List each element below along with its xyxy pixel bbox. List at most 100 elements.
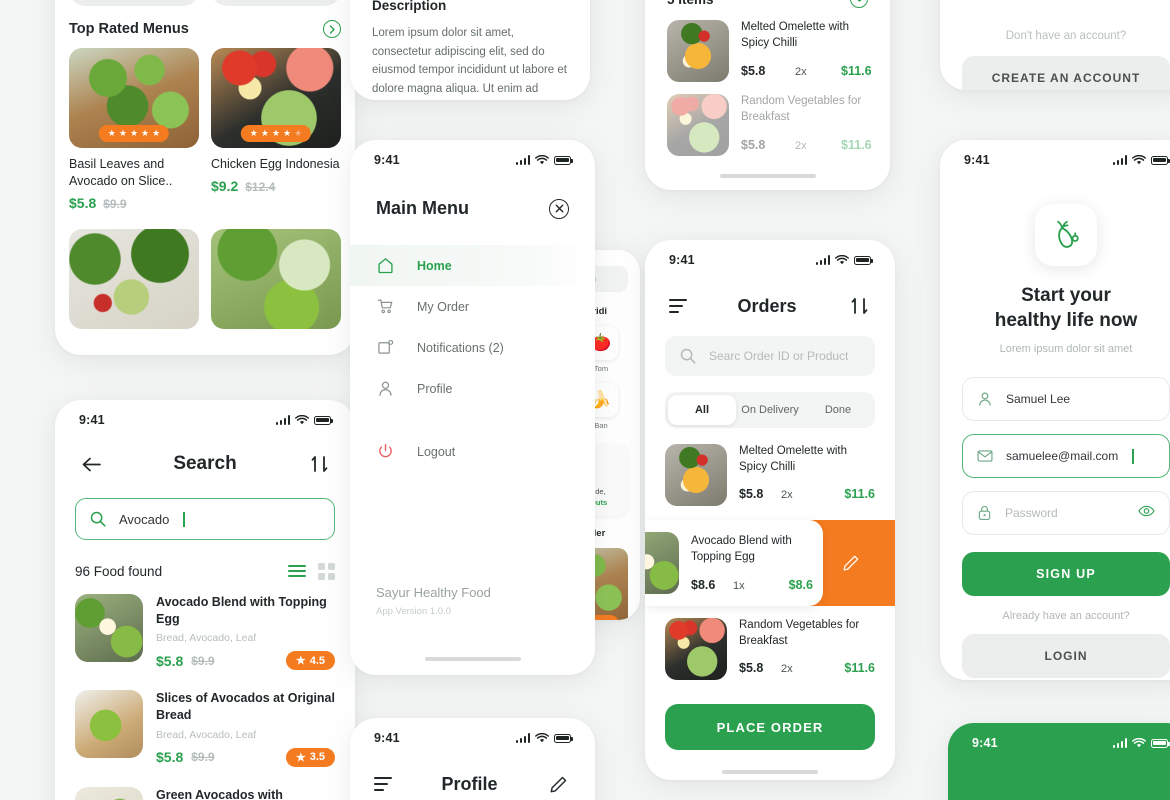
sort-icon[interactable]: [307, 452, 331, 476]
screenshot-stage: Top Rated Menus ★ ★ ★ ★ ★ Basil Leaves and A…: [0, 0, 1170, 800]
order-thumbnail: [665, 444, 727, 506]
cart-item-name: Melted Omelette with Spicy Chilli: [741, 21, 850, 49]
order-row[interactable]: Melted Omelette with Spicy Chilli $5.8 2…: [645, 428, 895, 506]
orders-filter-tabs: All On Delivery Done: [665, 392, 875, 428]
chevron-down-icon[interactable]: [850, 0, 868, 8]
list-item[interactable]: Slices of Avocados at Original Bread Bre…: [55, 670, 355, 767]
back-button[interactable]: [79, 452, 103, 476]
pencil-icon: [843, 555, 859, 571]
food-name: Slices of Avocados at Original Bread: [156, 691, 335, 722]
profile-panel: 9:41 Profile: [350, 718, 595, 800]
create-account-button[interactable]: CREATE AN ACCOUNT: [962, 56, 1170, 90]
cart-item-thumbnail: [667, 94, 729, 156]
order-numbers: $8.6 1x $8.6: [691, 578, 813, 592]
order-row[interactable]: Random Vegetables for Breakfast $5.8 2x …: [645, 606, 895, 680]
menu-item-my-order[interactable]: My Order: [350, 286, 595, 327]
price-original: $9.9: [191, 653, 215, 668]
battery-icon: [1151, 155, 1170, 165]
search-input[interactable]: Avocado: [75, 498, 335, 540]
login-footer-panel: Don't have an account? CREATE AN ACCOUNT: [940, 0, 1170, 90]
line-total: $11.6: [844, 487, 875, 502]
login-footer-content: Don't have an account? CREATE AN ACCOUNT: [940, 30, 1170, 90]
promo-card-1[interactable]: [69, 0, 199, 6]
menu-item-label: Notifications (2): [417, 340, 504, 355]
wifi-icon: [1132, 154, 1146, 164]
signup-title-line1: Start your: [1021, 285, 1111, 306]
user-icon: [979, 392, 991, 407]
order-search-placeholder: Searc Order ID or Product: [709, 349, 849, 363]
food-name: Green Avocados with: [156, 787, 283, 800]
list-view-icon[interactable]: [288, 562, 306, 580]
brand-name: Sayur Healthy Food: [376, 585, 491, 600]
list-item[interactable]: Green Avocados with: [55, 767, 355, 800]
cart-item[interactable]: Random Vegetables for Breakfast $5.8 2x …: [645, 82, 890, 156]
rating-stars: ★★★★★: [98, 125, 170, 142]
line-total: $8.6: [788, 577, 813, 592]
menu-card-image[interactable]: [211, 228, 341, 329]
line-total: $11.6: [841, 64, 872, 79]
description-heading: Description: [372, 0, 447, 13]
place-order-button[interactable]: PLACE ORDER: [665, 704, 875, 750]
price-original: $9.9: [191, 750, 215, 764]
status-time: 9:41: [964, 153, 990, 167]
promo-card-2[interactable]: [211, 0, 341, 6]
login-button[interactable]: LOGIN: [962, 634, 1170, 679]
email-field[interactable]: samuelee@mail.com: [962, 434, 1170, 479]
order-thumbnail: [645, 532, 679, 594]
sort-icon[interactable]: [847, 294, 871, 318]
menu-card-price: $5.8 $9.9: [69, 195, 199, 211]
order-row[interactable]: Avocado Blend with Topping Egg $8.6 1x $…: [645, 520, 823, 606]
chevron-right-icon[interactable]: [323, 20, 341, 38]
cart-item[interactable]: Melted Omelette with Spicy Chilli $5.8 2…: [645, 8, 890, 82]
eye-icon[interactable]: [1138, 504, 1155, 522]
tab-on-delivery[interactable]: On Delivery: [736, 395, 804, 425]
hamburger-menu-icon[interactable]: [669, 296, 687, 317]
status-time: 9:41: [79, 413, 105, 427]
search-icon: [90, 511, 106, 527]
menu-item-home[interactable]: Home: [350, 245, 595, 286]
status-icons: [1112, 154, 1170, 166]
status-time: 9:41: [374, 153, 400, 167]
rating-stars: ★★★★★: [240, 125, 312, 142]
food-name: Avocado Blend with Topping Egg: [156, 595, 327, 626]
order-info: Random Vegetables for Breakfast $5.8 2x …: [739, 618, 875, 680]
menu-card-image[interactable]: [69, 228, 199, 329]
password-field-placeholder: Password: [1005, 506, 1058, 521]
signup-button[interactable]: SIGN UP: [962, 552, 1170, 597]
menu-item-logout[interactable]: Logout: [350, 431, 595, 472]
menu-card[interactable]: ★ ★ ★ ★ ★ Basil Leaves and Avocado on Slice.…: [69, 48, 199, 211]
order-name: Melted Omelette with Spicy Chilli: [739, 445, 848, 473]
password-field[interactable]: Password: [962, 491, 1170, 536]
close-icon[interactable]: [549, 198, 569, 219]
carrot-logo-icon: [1057, 220, 1079, 248]
battery-icon: [314, 415, 333, 425]
status-bar: 9:41: [645, 240, 895, 270]
menu-card[interactable]: ★ ★ ★ ★ ★ Chicken Egg Indonesia $9.2 $12.4: [211, 48, 341, 211]
menu-card-price: $9.2 $12.4: [211, 178, 341, 194]
page-title: Search: [173, 453, 237, 474]
unit-price: $5.8: [741, 64, 766, 79]
unit-price: $5.8: [739, 661, 764, 676]
price-original: $12.4: [245, 179, 276, 194]
food-price-row: $5.8 $9.9 ★ 4.5: [156, 651, 335, 671]
grid-view-icon[interactable]: [318, 562, 335, 580]
menu-item-notifications[interactable]: Notifications (2): [350, 327, 595, 368]
user-icon: [376, 379, 395, 398]
order-search-input[interactable]: Searc Order ID or Product: [665, 336, 875, 376]
name-field[interactable]: Samuel Lee: [962, 377, 1170, 422]
battery-icon: [554, 155, 573, 165]
order-info: Avocado Blend with Topping Egg $8.6 1x $…: [691, 534, 823, 591]
wifi-icon: [835, 254, 849, 264]
tab-done[interactable]: Done: [804, 395, 872, 425]
hamburger-menu-icon[interactable]: [374, 774, 392, 795]
tab-all[interactable]: All: [668, 395, 736, 425]
quantity: 1x: [733, 579, 745, 592]
menu-item-profile[interactable]: Profile: [350, 368, 595, 409]
orders-header: Orders: [645, 270, 895, 318]
edit-profile-icon[interactable]: [547, 772, 571, 796]
list-item[interactable]: Avocado Blend with Topping Egg Bread, Av…: [55, 580, 355, 671]
email-field-value: samuelee@mail.com: [1006, 449, 1119, 464]
signal-icon: [275, 415, 290, 425]
order-name: Random Vegetables for Breakfast: [739, 619, 860, 647]
search-icon: [680, 348, 696, 364]
